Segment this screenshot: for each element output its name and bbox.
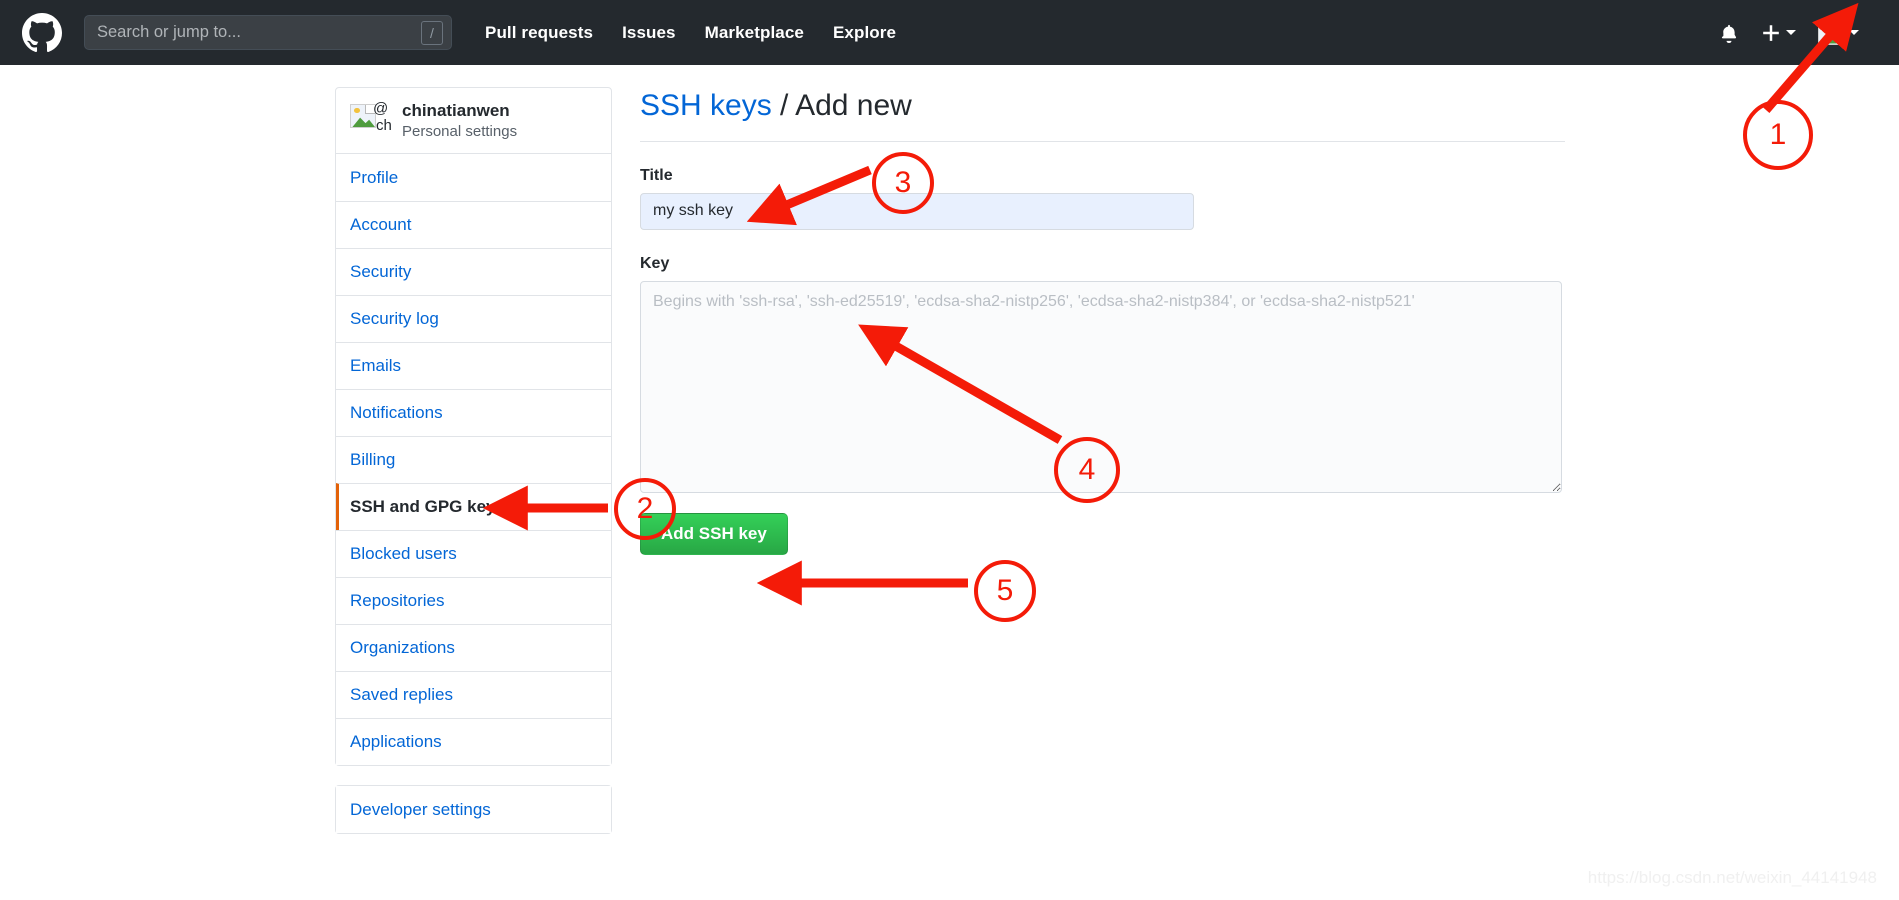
broken-image-avatar-icon[interactable] — [1818, 20, 1844, 45]
sidebar-item-label: Profile — [350, 167, 399, 187]
sidebar-item-label: Billing — [350, 450, 396, 469]
sidebar-item-security[interactable]: Security — [336, 248, 611, 295]
developer-settings-box: Developer settings — [335, 785, 612, 834]
avatar: @ ch — [350, 100, 392, 141]
nav-marketplace[interactable]: Marketplace — [705, 23, 804, 43]
annotation-label: 4 — [1078, 453, 1096, 486]
sidebar-item-label: Applications — [350, 732, 442, 751]
settings-sidebar: @ ch chinatianwen Personal settings Prof… — [335, 87, 612, 834]
sidebar-item-blocked-users[interactable]: Blocked users — [336, 530, 611, 577]
annotation-label: 2 — [636, 492, 654, 525]
sidebar-item-label: SSH and GPG keys — [350, 497, 505, 516]
sidebar-item-emails[interactable]: Emails — [336, 342, 611, 389]
sidebar-item-repositories[interactable]: Repositories — [336, 577, 611, 624]
annotation-label: 3 — [894, 166, 912, 199]
chevron-down-icon[interactable] — [1786, 30, 1796, 35]
create-new-menu[interactable] — [1761, 23, 1796, 43]
plus-icon[interactable] — [1761, 23, 1781, 43]
global-header: Search or jump to... / Pull requests Iss… — [0, 0, 1899, 65]
breadcrumb-separator: / — [771, 89, 796, 122]
sidebar-user-subtitle: Personal settings — [402, 122, 518, 140]
sidebar-item-label: Security — [350, 262, 412, 281]
sidebar-item-notifications[interactable]: Notifications — [336, 389, 611, 436]
page-body: @ ch chinatianwen Personal settings Prof… — [0, 65, 1899, 900]
sidebar-user-card[interactable]: @ ch chinatianwen Personal settings — [335, 87, 612, 154]
avatar-alt-text-line1: @ — [373, 100, 389, 117]
primary-nav: Pull requests Issues Marketplace Explore — [485, 23, 896, 43]
breadcrumb-ssh-keys-link[interactable]: SSH keys — [640, 89, 772, 122]
sidebar-item-account[interactable]: Account — [336, 201, 611, 248]
sidebar-item-ssh-and-gpg-keys[interactable]: SSH and GPG keys — [336, 483, 611, 530]
annotation-marker-1: 1 — [1743, 100, 1813, 170]
annotation-marker-3: 3 — [872, 152, 934, 214]
sidebar-username: chinatianwen — [402, 100, 510, 120]
search-input[interactable]: Search or jump to... / — [84, 15, 452, 50]
annotation-marker-2: 2 — [614, 478, 676, 540]
sidebar-item-label: Security log — [350, 309, 439, 328]
sidebar-item-label: Notifications — [350, 403, 443, 422]
sidebar-item-security-log[interactable]: Security log — [336, 295, 611, 342]
chevron-down-icon[interactable] — [1849, 30, 1859, 35]
sidebar-item-developer-settings[interactable]: Developer settings — [336, 786, 611, 833]
sidebar-item-applications[interactable]: Applications — [336, 718, 611, 765]
sidebar-item-label: Repositories — [350, 591, 445, 610]
watermark: https://blog.csdn.net/weixin_44141948 — [1587, 868, 1877, 887]
sidebar-item-profile[interactable]: Profile — [336, 154, 611, 201]
sidebar-item-label: Organizations — [350, 638, 455, 657]
page-title: SSH keys / Add new — [640, 87, 1565, 142]
annotation-marker-5: 5 — [974, 560, 1036, 622]
nav-issues[interactable]: Issues — [622, 23, 676, 43]
bell-icon[interactable] — [1719, 22, 1739, 44]
avatar-alt-text-line2: ch — [376, 117, 392, 134]
sidebar-item-label: Emails — [350, 356, 402, 375]
annotation-label: 5 — [996, 574, 1014, 607]
sidebar-item-label: Developer settings — [350, 799, 491, 819]
key-field-label: Key — [640, 254, 670, 272]
search-shortcut-badge: / — [421, 20, 443, 45]
nav-explore[interactable]: Explore — [833, 23, 896, 43]
sidebar-item-label: Saved replies — [350, 685, 454, 704]
sidebar-item-label: Blocked users — [350, 544, 457, 563]
title-field-label: Title — [640, 166, 673, 184]
search-placeholder: Search or jump to... — [97, 23, 241, 42]
nav-pull-requests[interactable]: Pull requests — [485, 23, 593, 43]
sidebar-item-organizations[interactable]: Organizations — [336, 624, 611, 671]
annotation-marker-4: 4 — [1054, 437, 1120, 503]
sidebar-item-billing[interactable]: Billing — [336, 436, 611, 483]
account-menu[interactable] — [1818, 20, 1859, 45]
sidebar-item-saved-replies[interactable]: Saved replies — [336, 671, 611, 718]
breadcrumb-current: Add new — [795, 89, 912, 122]
sidebar-item-label: Account — [350, 215, 412, 234]
header-actions — [1719, 20, 1877, 45]
sidebar-menu: Profile Account Security Security log Em… — [335, 154, 612, 766]
github-mark-icon[interactable] — [22, 12, 62, 53]
annotation-label: 1 — [1769, 118, 1787, 151]
